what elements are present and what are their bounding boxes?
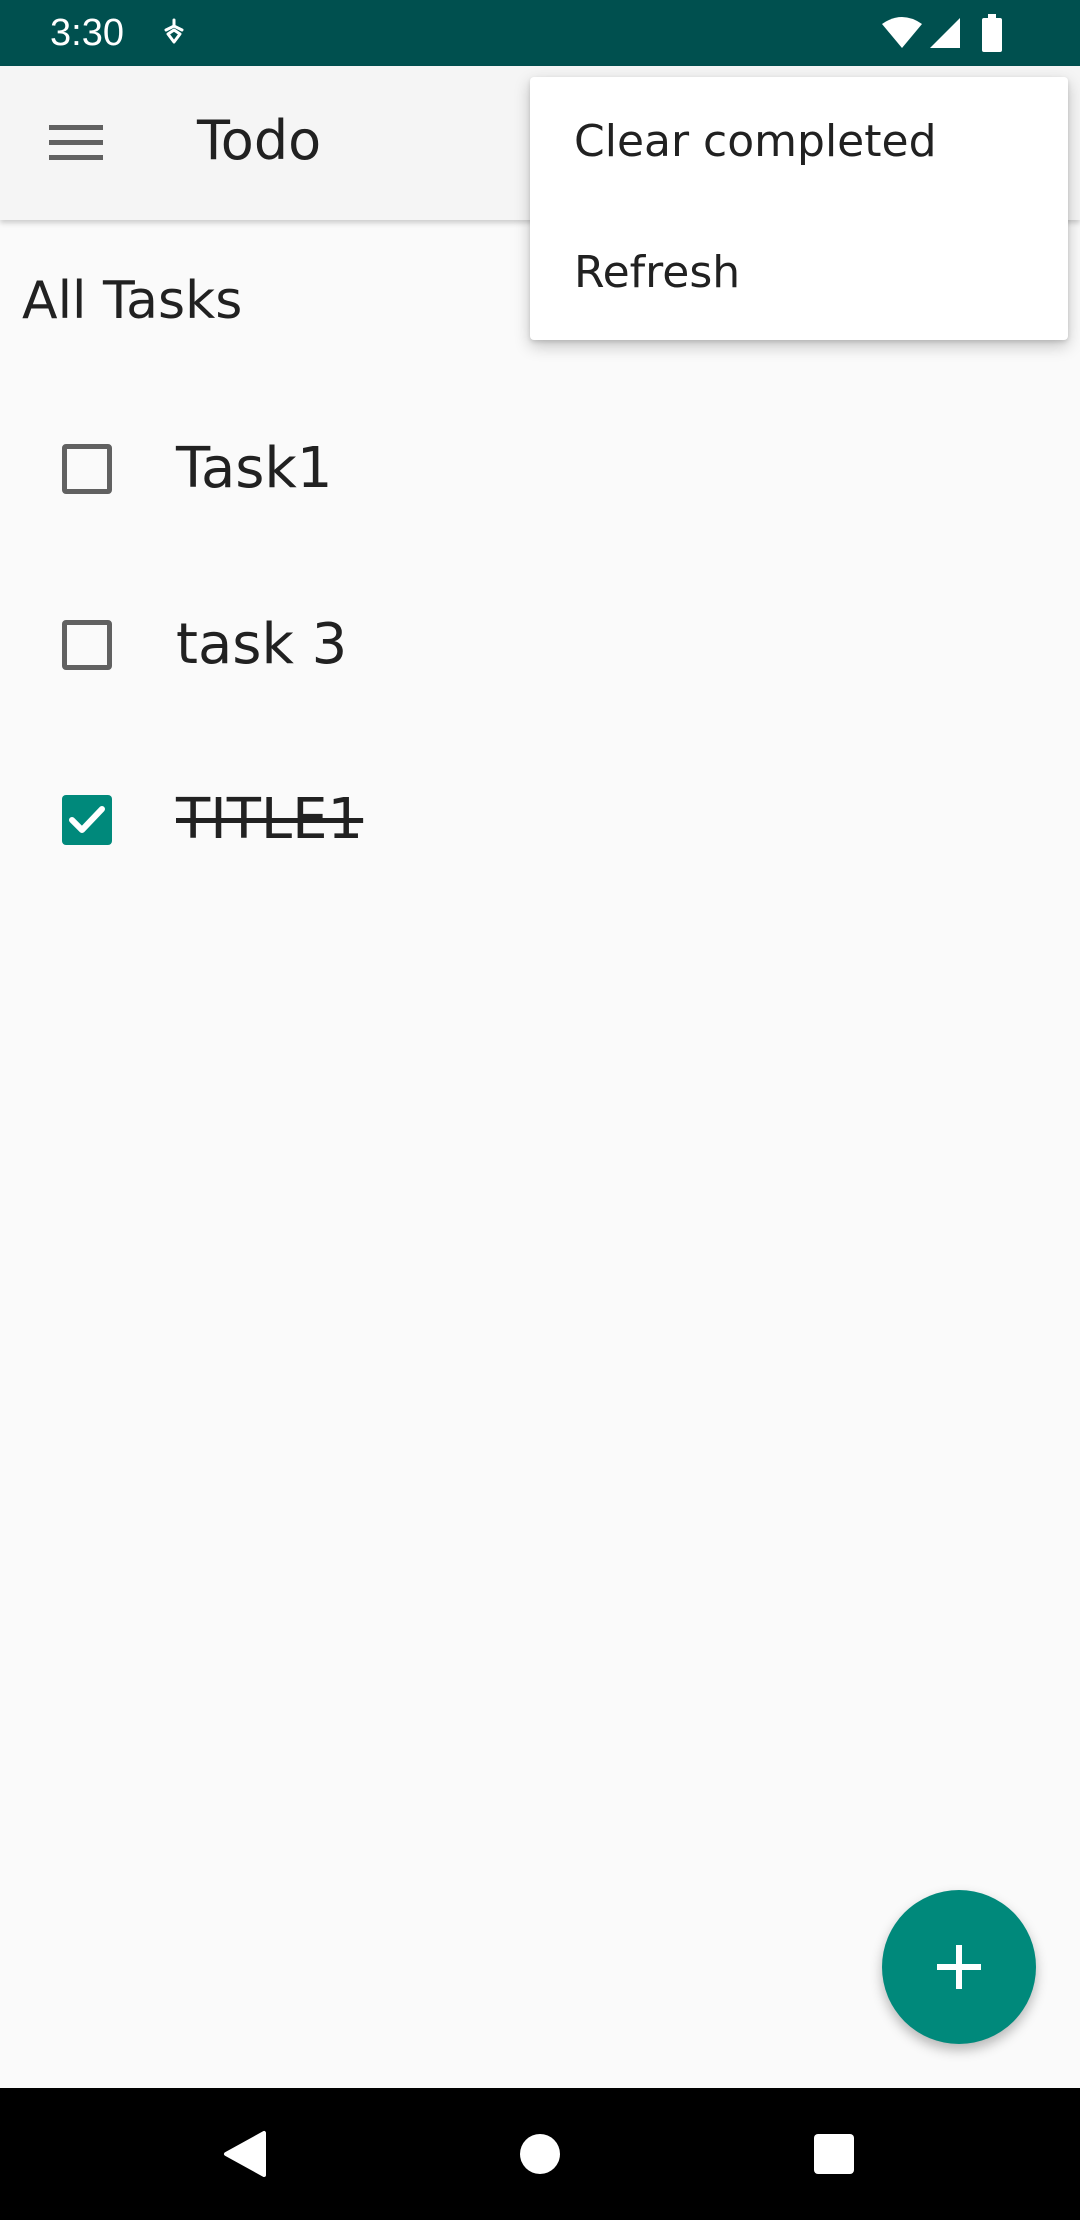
add-icon <box>937 1945 981 1989</box>
wifi-icon <box>882 17 922 48</box>
home-icon <box>520 2134 560 2174</box>
signal-icon <box>930 18 960 48</box>
task-title: Task1 <box>176 436 333 501</box>
back-button[interactable] <box>208 2118 280 2190</box>
check-icon <box>69 806 105 833</box>
status-time: 3:30 <box>50 12 124 54</box>
add-task-fab[interactable] <box>882 1890 1036 2044</box>
task-title: TITLE1 <box>176 787 364 852</box>
task-checkbox[interactable] <box>62 444 112 494</box>
task-row[interactable]: TITLE1 <box>0 745 1080 895</box>
screen: 3:30 Todo All Tasks Task1 task 3 TITLE1 … <box>0 0 1080 2220</box>
menu-item-label: Refresh <box>574 247 741 298</box>
status-bar: 3:30 <box>0 0 1080 66</box>
filter-label: All Tasks <box>22 271 243 331</box>
navigation-bar <box>0 2088 1080 2220</box>
notification-icon <box>164 18 184 44</box>
home-button[interactable] <box>504 2118 576 2190</box>
overflow-menu: Clear completed Refresh <box>530 77 1068 340</box>
menu-item-refresh[interactable]: Refresh <box>530 208 1068 339</box>
recents-button[interactable] <box>798 2118 870 2190</box>
menu-button[interactable] <box>38 110 114 176</box>
back-icon <box>224 2131 266 2177</box>
menu-item-label: Clear completed <box>574 116 937 167</box>
task-title: task 3 <box>176 612 348 677</box>
hamburger-menu-icon <box>49 125 103 160</box>
app-title: Todo <box>197 109 322 172</box>
task-row[interactable]: Task1 <box>0 394 1080 544</box>
task-checkbox-checked[interactable] <box>62 795 112 845</box>
task-row[interactable]: task 3 <box>0 570 1080 720</box>
recents-icon <box>814 2134 854 2174</box>
battery-icon <box>982 14 1002 52</box>
menu-item-clear-completed[interactable]: Clear completed <box>530 77 1068 208</box>
task-checkbox[interactable] <box>62 620 112 670</box>
